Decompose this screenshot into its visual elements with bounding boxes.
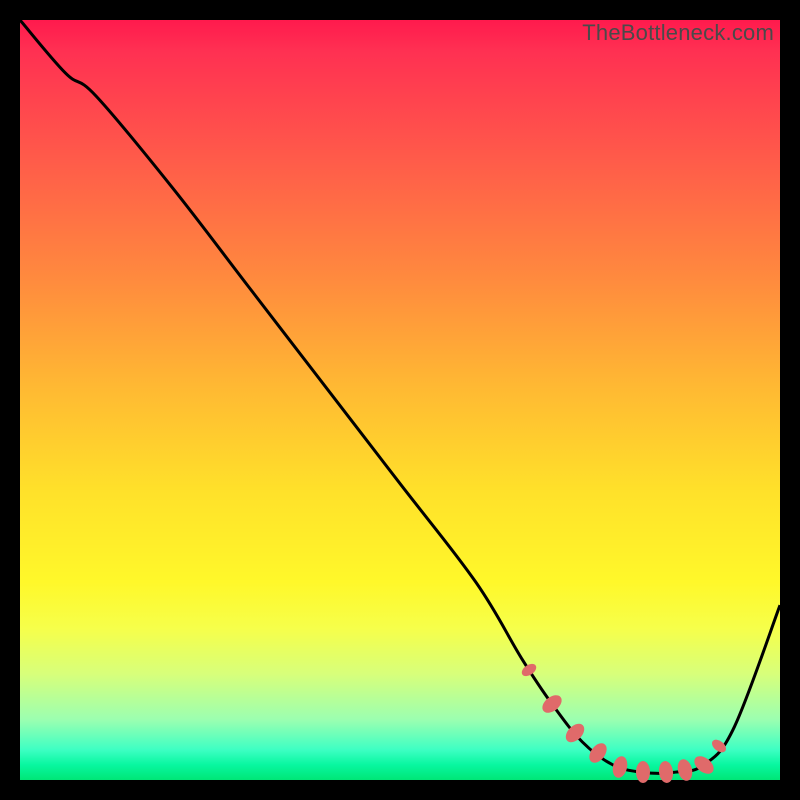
optimal-marker — [520, 661, 539, 678]
optimal-marker — [676, 757, 695, 782]
optimal-marker — [562, 720, 587, 745]
optimal-marker — [710, 737, 729, 755]
optimal-marker — [636, 761, 650, 783]
watermark-text: TheBottleneck.com — [582, 20, 774, 46]
optimal-marker — [585, 740, 609, 766]
optimal-marker — [658, 761, 675, 785]
optimal-zone-markers — [20, 20, 780, 780]
optimal-marker — [539, 692, 565, 717]
chart-frame: TheBottleneck.com — [20, 20, 780, 780]
optimal-marker — [611, 754, 630, 779]
optimal-marker — [691, 752, 717, 777]
